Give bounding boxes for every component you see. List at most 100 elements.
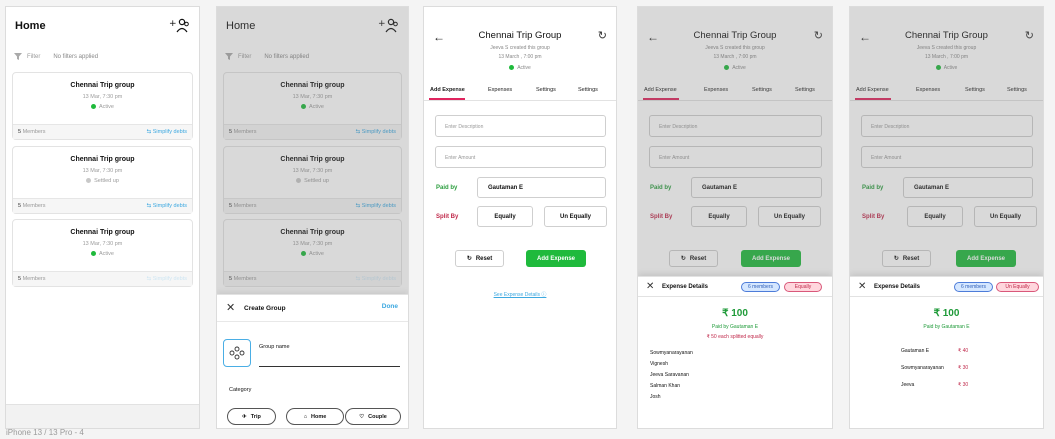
paid-by-label: Paid by bbox=[650, 185, 672, 191]
group-status: Settled up bbox=[224, 178, 401, 184]
close-icon[interactable]: ✕ bbox=[646, 281, 654, 292]
paid-by-field[interactable]: Gautaman E bbox=[477, 177, 606, 198]
members-count: 5 Members bbox=[18, 276, 46, 282]
filter-icon bbox=[14, 53, 22, 60]
simplify-debts-button[interactable]: ⇆ Simplify debts bbox=[147, 203, 187, 209]
close-icon[interactable]: ✕ bbox=[858, 281, 866, 292]
member-name: Sowmyanarayanan bbox=[650, 350, 693, 356]
category-couple-button[interactable]: ♡ Couple bbox=[345, 408, 401, 425]
split-equally-button[interactable]: Equally bbox=[691, 206, 747, 227]
expense-amount: ₹ 100 bbox=[722, 308, 748, 319]
tab-expenses[interactable]: Expenses bbox=[488, 87, 512, 93]
see-expense-details-link[interactable]: See Expense Details ⓘ bbox=[424, 291, 616, 298]
group-status: Active bbox=[424, 65, 616, 71]
tab-expenses[interactable]: Expenses bbox=[916, 87, 940, 93]
reset-button[interactable]: ↻ Reset bbox=[455, 250, 504, 267]
add-expense-button[interactable]: Add Expense bbox=[741, 250, 801, 267]
paid-by-field[interactable]: Gautaman E bbox=[691, 177, 822, 198]
group-card[interactable]: Chennai Trip group 13 Mar, 7:30 pm Settl… bbox=[12, 146, 193, 214]
reset-button[interactable]: ↻ Reset bbox=[882, 250, 931, 267]
expense-details-unequal-screen: ← ↻ Chennai Trip Group Jeeva S created t… bbox=[849, 6, 1044, 429]
tab-settings-2[interactable]: Settings bbox=[578, 87, 598, 93]
sheet-header: ✕ Expense Details 6 members Un Equally bbox=[850, 277, 1043, 297]
group-name: Chennai Trip group bbox=[70, 229, 135, 236]
split-by-label: Split By bbox=[650, 214, 673, 220]
split-equally-button[interactable]: Equally bbox=[907, 206, 963, 227]
add-group-icon[interactable]: + bbox=[378, 18, 398, 34]
split-unequally-button[interactable]: Un Equally bbox=[544, 206, 607, 227]
add-expense-button[interactable]: Add Expense bbox=[526, 250, 586, 267]
share-amount: ₹ 40 bbox=[958, 348, 969, 354]
tab-settings[interactable]: Settings bbox=[752, 87, 772, 93]
tab-settings-2[interactable]: Settings bbox=[795, 87, 815, 93]
add-expense-button[interactable]: Add Expense bbox=[956, 250, 1016, 267]
tab-expenses[interactable]: Expenses bbox=[704, 87, 728, 93]
reset-button[interactable]: ↻ Reset bbox=[669, 250, 718, 267]
amount-input[interactable]: Enter Amount bbox=[649, 146, 822, 168]
split-summary: ₹ 50 each splitted equally bbox=[706, 334, 764, 340]
amount-input[interactable]: Enter Amount bbox=[435, 146, 606, 168]
group-date: 13 Mar, 7:30 pm bbox=[292, 241, 333, 247]
members-badge: 6 members bbox=[741, 282, 780, 292]
simplify-debts-button[interactable]: ⇆ Simplify debts bbox=[356, 276, 396, 282]
category-home-button[interactable]: ⌂ Home bbox=[286, 408, 344, 425]
members-count: 5 Members bbox=[18, 203, 46, 209]
group-card[interactable]: Chennai Trip group 13 Mar, 7:30 pm Activ… bbox=[12, 219, 193, 287]
group-card-footer: 5 Members ⇆ Simplify debts bbox=[224, 124, 401, 139]
tab-add-expense[interactable]: Add Expense bbox=[430, 87, 465, 93]
group-name-label: Group name bbox=[259, 344, 290, 350]
group-title: Chennai Trip Group bbox=[693, 30, 777, 41]
group-card[interactable]: Chennai Trip group 13 Mar, 7:30 pm Activ… bbox=[223, 72, 402, 140]
tab-add-expense[interactable]: Add Expense bbox=[644, 87, 677, 93]
reset-icon: ↻ bbox=[680, 256, 686, 262]
group-date: 13 Mar, 7:30 pm bbox=[82, 94, 123, 100]
category-trip-button[interactable]: ✈ Trip bbox=[227, 408, 276, 425]
paid-by-field[interactable]: Gautaman E bbox=[903, 177, 1033, 198]
group-card[interactable]: Chennai Trip group 13 Mar, 7:30 pm Settl… bbox=[223, 146, 402, 214]
members-count: 5 Members bbox=[229, 203, 257, 209]
member-name: Josh bbox=[650, 394, 661, 400]
filter-bar[interactable]: Filter No filters applied bbox=[225, 53, 309, 60]
page-title: Home bbox=[15, 20, 46, 32]
group-status: Active bbox=[13, 251, 192, 257]
tab-settings[interactable]: Settings bbox=[536, 87, 556, 93]
description-input[interactable]: Enter Description bbox=[649, 115, 822, 137]
group-date: 13 Mar, 7:30 pm bbox=[82, 241, 123, 247]
group-avatar-picker[interactable] bbox=[223, 339, 251, 367]
close-icon[interactable]: ✕ bbox=[226, 301, 235, 314]
group-card[interactable]: Chennai Trip group 13 Mar, 7:30 pm Activ… bbox=[12, 72, 193, 140]
active-tab-indicator bbox=[855, 98, 891, 100]
member-name: Jeeva Saravanan bbox=[650, 372, 689, 378]
split-equally-button[interactable]: Equally bbox=[477, 206, 533, 227]
members-count: 5 Members bbox=[18, 129, 46, 135]
description-input[interactable]: Enter Description bbox=[435, 115, 606, 137]
divider bbox=[217, 321, 408, 322]
svg-text:+: + bbox=[169, 19, 177, 29]
filter-status: No filters applied bbox=[53, 53, 99, 60]
done-button[interactable]: Done bbox=[382, 303, 398, 310]
tab-settings-2[interactable]: Settings bbox=[1007, 87, 1027, 93]
group-card[interactable]: Chennai Trip group 13 Mar, 7:30 pm Activ… bbox=[223, 219, 402, 287]
group-name-input[interactable] bbox=[259, 366, 400, 367]
split-unequally-button[interactable]: Un Equally bbox=[974, 206, 1037, 227]
split-type-badge: Equally bbox=[784, 282, 822, 292]
simplify-debts-button[interactable]: ⇆ Simplify debts bbox=[356, 129, 396, 135]
simplify-debts-button[interactable]: ⇆ Simplify debts bbox=[147, 129, 187, 135]
status-dot bbox=[91, 104, 96, 109]
status-dot bbox=[301, 104, 306, 109]
tab-settings[interactable]: Settings bbox=[965, 87, 985, 93]
filter-bar[interactable]: Filter No filters applied bbox=[14, 53, 98, 60]
add-group-icon[interactable]: + bbox=[169, 18, 189, 34]
status-dot bbox=[935, 65, 941, 70]
group-card-footer: 5 Members ⇆ Simplify debts bbox=[13, 271, 192, 286]
status-dot bbox=[86, 178, 92, 183]
tab-add-expense[interactable]: Add Expense bbox=[856, 87, 889, 93]
simplify-debts-button[interactable]: ⇆ Simplify debts bbox=[147, 276, 187, 282]
split-unequally-button[interactable]: Un Equally bbox=[758, 206, 821, 227]
simplify-debts-button[interactable]: ⇆ Simplify debts bbox=[356, 203, 396, 209]
amount-input[interactable]: Enter Amount bbox=[861, 146, 1033, 168]
reset-icon: ↻ bbox=[466, 256, 472, 262]
description-input[interactable]: Enter Description bbox=[861, 115, 1033, 137]
expense-details-equal-screen: ← ↻ Chennai Trip Group Jeeva S created t… bbox=[637, 6, 833, 429]
members-badge: 6 members bbox=[954, 282, 993, 292]
